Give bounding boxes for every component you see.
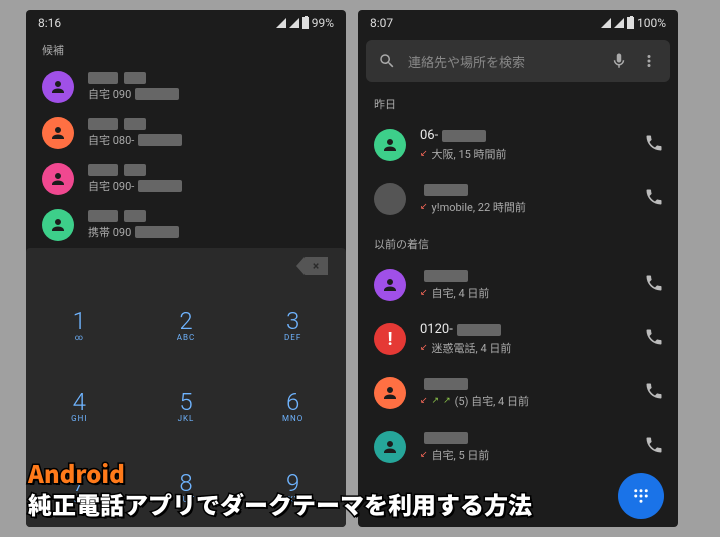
avatar xyxy=(374,129,406,161)
call-button[interactable] xyxy=(644,133,664,157)
clock: 8:16 xyxy=(38,16,61,30)
key-2[interactable]: 2ABC xyxy=(133,284,240,365)
contact-subline: 自宅 090 xyxy=(88,86,179,102)
call-item[interactable]: ↙↗↗(5) 自宅, 4 日前 xyxy=(358,366,678,420)
search-placeholder: 連絡先や場所を検索 xyxy=(408,52,598,71)
call-number: 06- xyxy=(420,128,630,143)
battery-icon xyxy=(627,17,634,29)
call-number xyxy=(420,378,630,390)
phone-screen-recents: 8:07 100% 連絡先や場所を検索 昨日 06- ↙大阪, 15 時間前 ↙y!… xyxy=(358,10,678,527)
battery-pct: 99% xyxy=(312,16,334,30)
call-item[interactable]: ! 0120- ↙迷惑電話, 4 日前 xyxy=(358,312,678,366)
more-icon[interactable] xyxy=(640,52,658,70)
avatar xyxy=(42,209,74,241)
avatar xyxy=(374,269,406,301)
suggestions-label: 候補 xyxy=(26,32,346,64)
call-number xyxy=(420,432,630,444)
call-number: 0120- xyxy=(420,322,630,337)
key-4[interactable]: 4GHI xyxy=(26,365,133,446)
section-yesterday: 昨日 xyxy=(358,86,678,118)
call-button[interactable] xyxy=(644,381,664,405)
search-icon xyxy=(378,52,396,70)
suggestion-item[interactable]: 携帯 090 xyxy=(26,202,346,248)
search-bar[interactable]: 連絡先や場所を検索 xyxy=(366,40,670,82)
call-item[interactable]: ↙y!mobile, 22 時間前 xyxy=(358,172,678,226)
headline: Android 純正電話アプリでダークテーマを利用する方法 xyxy=(28,457,532,519)
call-button[interactable] xyxy=(644,435,664,459)
battery-pct: 100% xyxy=(637,16,666,30)
headline-line2: 純正電話アプリでダークテーマを利用する方法 xyxy=(28,488,532,519)
call-number xyxy=(420,184,630,196)
call-meta: ↙↗↗(5) 自宅, 4 日前 xyxy=(420,393,630,409)
avatar xyxy=(374,183,406,215)
call-meta: ↙自宅, 4 日前 xyxy=(420,285,630,301)
mic-icon[interactable] xyxy=(610,52,628,70)
call-number xyxy=(420,270,630,282)
key-1[interactable]: 1∞ xyxy=(26,284,133,365)
call-button[interactable] xyxy=(644,273,664,297)
key-3[interactable]: 3DEF xyxy=(239,284,346,365)
suggestion-item[interactable]: 自宅 080- xyxy=(26,110,346,156)
contact-subline: 自宅 090- xyxy=(88,178,182,194)
call-meta: ↙迷惑電話, 4 日前 xyxy=(420,340,630,356)
contact-subline: 自宅 080- xyxy=(88,132,182,148)
dialpad-icon xyxy=(632,487,650,505)
signal-icon xyxy=(289,18,299,28)
headline-line1: Android xyxy=(28,457,532,488)
key-6[interactable]: 6MNO xyxy=(239,365,346,446)
status-bar: 8:16 99% xyxy=(26,10,346,32)
call-button[interactable] xyxy=(644,327,664,351)
key-5[interactable]: 5JKL xyxy=(133,365,240,446)
backspace-icon[interactable]: × xyxy=(304,257,328,275)
avatar xyxy=(42,163,74,195)
clock: 8:07 xyxy=(370,16,393,30)
spam-icon: ! xyxy=(374,323,406,355)
call-item[interactable]: ↙自宅, 4 日前 xyxy=(358,258,678,312)
signal-icon xyxy=(614,18,624,28)
call-meta: ↙大阪, 15 時間前 xyxy=(420,146,630,162)
battery-icon xyxy=(302,17,309,29)
avatar xyxy=(42,71,74,103)
wifi-icon xyxy=(601,18,611,28)
call-button[interactable] xyxy=(644,187,664,211)
status-bar: 8:07 100% xyxy=(358,10,678,32)
dial-display: × xyxy=(26,248,346,284)
avatar xyxy=(42,117,74,149)
suggestion-item[interactable]: 自宅 090- xyxy=(26,156,346,202)
call-meta: ↙y!mobile, 22 時間前 xyxy=(420,199,630,215)
suggestion-list: 自宅 090 自宅 080- 自宅 090- 携帯 090 xyxy=(26,64,346,248)
section-older: 以前の着信 xyxy=(358,226,678,258)
contact-subline: 携帯 090 xyxy=(88,224,179,240)
dialpad-fab[interactable] xyxy=(618,473,664,519)
call-item[interactable]: 06- ↙大阪, 15 時間前 xyxy=(358,118,678,172)
phone-screen-dialer: 8:16 99% 候補 自宅 090 自宅 080- 自宅 090- 携帯 090 ×… xyxy=(26,10,346,527)
suggestion-item[interactable]: 自宅 090 xyxy=(26,64,346,110)
wifi-icon xyxy=(276,18,286,28)
avatar xyxy=(374,377,406,409)
